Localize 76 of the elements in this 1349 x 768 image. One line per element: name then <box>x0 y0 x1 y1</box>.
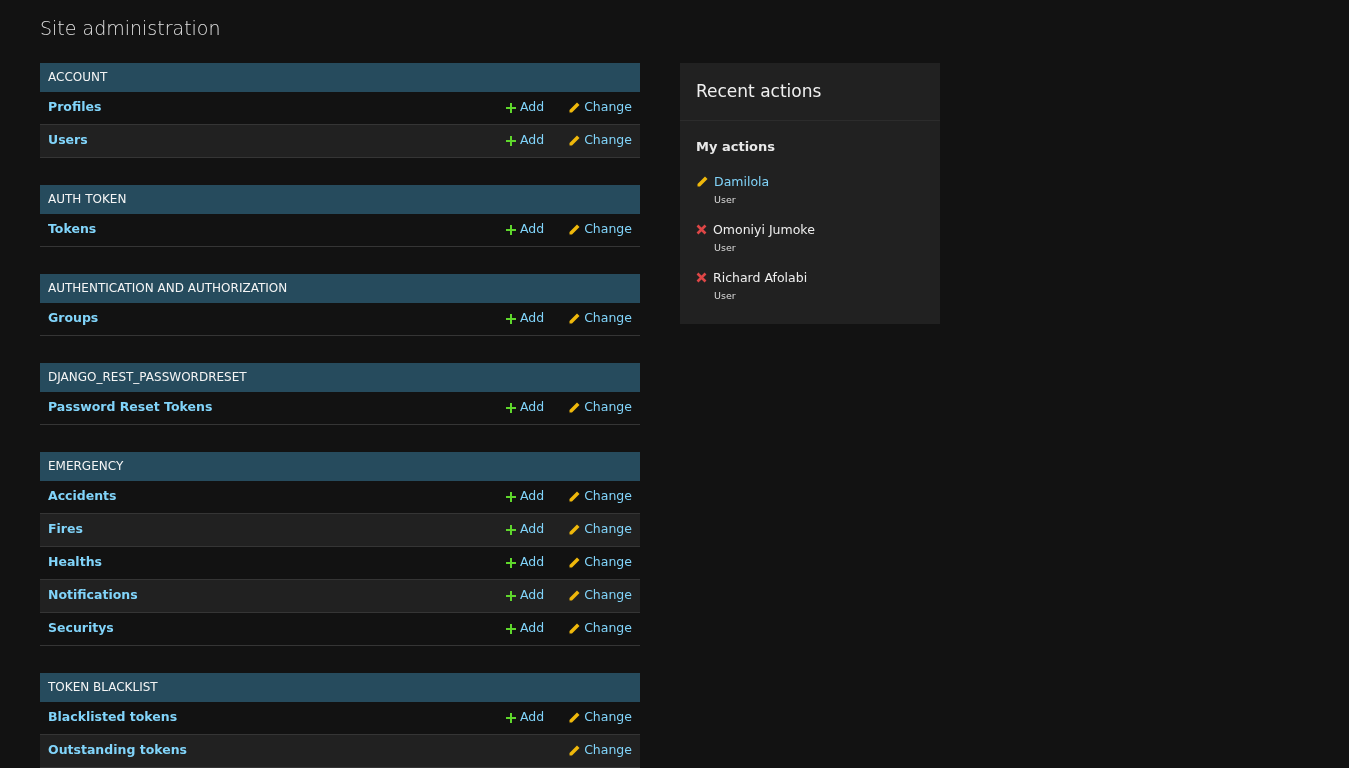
pencil-icon <box>568 401 581 414</box>
change-link[interactable]: Change <box>568 708 632 727</box>
plus-icon <box>505 557 516 568</box>
module-caption: DJANGO_REST_PASSWORDRESET <box>40 362 640 392</box>
plus-icon <box>505 402 516 413</box>
change-link[interactable]: Change <box>568 487 632 506</box>
pencil-icon <box>568 589 581 602</box>
pencil-icon <box>568 711 581 724</box>
module-caption: EMERGENCY <box>40 451 640 481</box>
model-link[interactable]: Outstanding tokens <box>48 741 188 760</box>
panel-subtitle: My actions <box>696 138 775 156</box>
page-title: Site administration <box>40 16 221 41</box>
pencil-icon <box>696 175 708 188</box>
change-link[interactable]: Change <box>568 398 632 417</box>
change-link[interactable]: Change <box>568 131 632 150</box>
add-link[interactable]: Add <box>505 586 545 605</box>
pencil-icon <box>568 490 581 503</box>
add-link[interactable]: Add <box>505 487 545 506</box>
plus-icon <box>505 712 516 723</box>
change-link[interactable]: Change <box>568 553 632 572</box>
plus-icon <box>505 590 516 601</box>
pencil-icon <box>568 744 581 757</box>
pencil-icon <box>568 622 581 635</box>
action-name: Richard Afolabi <box>713 268 808 287</box>
model-link[interactable]: Groups <box>48 309 99 328</box>
plus-icon <box>505 135 516 146</box>
module-caption: ACCOUNT <box>40 62 640 92</box>
action-type: User <box>714 289 736 304</box>
model-link[interactable]: Blacklisted tokens <box>48 708 178 727</box>
change-link[interactable]: Change <box>568 98 632 117</box>
pencil-icon <box>568 523 581 536</box>
add-link[interactable]: Add <box>505 309 545 328</box>
model-link[interactable]: Profiles <box>48 98 102 117</box>
plus-icon <box>505 313 516 324</box>
model-link[interactable]: Users <box>48 131 88 150</box>
plus-icon <box>505 623 516 634</box>
add-link[interactable]: Add <box>505 398 545 417</box>
change-link[interactable]: Change <box>568 619 632 638</box>
action-type: User <box>714 193 736 208</box>
add-link[interactable]: Add <box>505 98 545 117</box>
add-link[interactable]: Add <box>505 708 545 727</box>
model-link[interactable]: Password Reset Tokens <box>48 398 213 417</box>
pencil-icon <box>568 223 581 236</box>
module-caption: AUTH TOKEN <box>40 184 640 214</box>
model-link[interactable]: Notifications <box>48 586 138 605</box>
plus-icon <box>505 491 516 502</box>
add-link[interactable]: Add <box>505 220 545 239</box>
delete-icon <box>696 224 707 236</box>
pencil-icon <box>568 312 581 325</box>
add-link[interactable]: Add <box>505 553 545 572</box>
model-link[interactable]: Healths <box>48 553 102 572</box>
action-link[interactable]: Damilola <box>714 172 770 192</box>
change-link[interactable]: Change <box>568 220 632 239</box>
action-name: Omoniyi Jumoke <box>713 220 815 239</box>
pencil-icon <box>568 101 581 114</box>
panel-title: Recent actions <box>696 79 822 103</box>
change-link[interactable]: Change <box>568 309 632 328</box>
pencil-icon <box>568 134 581 147</box>
model-link[interactable]: Accidents <box>48 487 117 506</box>
pencil-icon <box>568 556 581 569</box>
change-link[interactable]: Change <box>568 520 632 539</box>
module-caption: AUTHENTICATION AND AUTHORIZATION <box>40 273 640 303</box>
plus-icon <box>505 102 516 113</box>
change-link[interactable]: Change <box>568 741 632 760</box>
model-link[interactable]: Securitys <box>48 619 114 638</box>
plus-icon <box>505 224 516 235</box>
add-link[interactable]: Add <box>505 520 545 539</box>
action-type: User <box>714 241 736 256</box>
plus-icon <box>505 524 516 535</box>
add-link[interactable]: Add <box>505 131 545 150</box>
model-link[interactable]: Fires <box>48 520 83 539</box>
delete-icon <box>696 272 707 284</box>
add-link[interactable]: Add <box>505 619 545 638</box>
module-caption: TOKEN BLACKLIST <box>40 672 640 702</box>
change-link[interactable]: Change <box>568 586 632 605</box>
model-link[interactable]: Tokens <box>48 220 97 239</box>
